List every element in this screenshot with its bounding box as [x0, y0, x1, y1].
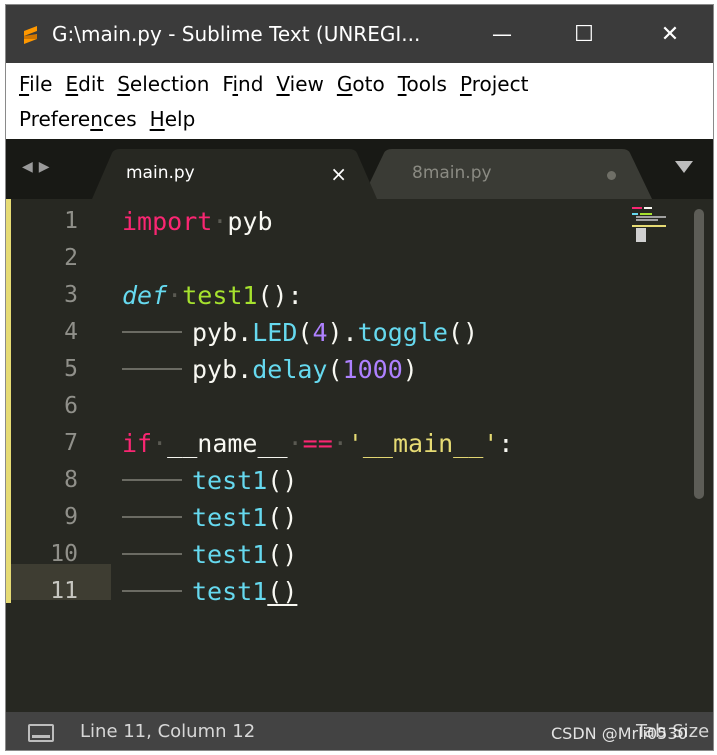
panel-toggle-icon[interactable]: [28, 724, 54, 742]
minimap[interactable]: [630, 205, 676, 245]
close-button[interactable]: ✕: [639, 5, 701, 63]
indent-guide: [122, 368, 182, 370]
tab-navigation-arrows-icon[interactable]: ◀ ▶: [22, 159, 50, 175]
window-title: G:\main.py - Sublime Text (UNREGI...: [52, 22, 421, 46]
menu-project[interactable]: Project: [454, 69, 534, 99]
menu-goto[interactable]: Goto: [331, 69, 391, 99]
tab-next-icon[interactable]: ▶: [39, 159, 50, 175]
line-number: 2: [64, 245, 78, 271]
minimize-button[interactable]: —: [471, 5, 533, 63]
menu-row-2: Preferences Help: [6, 101, 202, 137]
code-line: test1(): [122, 499, 513, 536]
tab-close-icon[interactable]: ×: [330, 162, 347, 186]
code-line: import·pyb: [122, 207, 273, 236]
menu-preferences[interactable]: Preferences: [6, 104, 143, 134]
code-line: pyb.delay(1000): [122, 351, 513, 388]
maximize-icon: ☐: [574, 21, 594, 47]
tab-prev-icon[interactable]: ◀: [22, 159, 33, 175]
menu-edit[interactable]: Edit: [59, 69, 110, 99]
line-number-current: 11: [50, 578, 78, 604]
code-line: def·test1():: [122, 281, 303, 310]
line-number: 7: [64, 430, 78, 456]
indent-guide: [122, 516, 182, 518]
sublime-window: G:\main.py - Sublime Text (UNREGI... — ☐…: [5, 4, 714, 751]
line-number: 9: [64, 504, 78, 530]
code-line: test1(): [122, 462, 513, 499]
menu-view[interactable]: View: [270, 69, 329, 99]
tab-label: 8main.py: [412, 163, 492, 183]
line-number: 5: [64, 356, 78, 382]
menu-row-1: File Edit Selection Find View Goto Tools…: [6, 66, 535, 102]
indent-guide: [122, 553, 182, 555]
line-number: 10: [50, 541, 78, 567]
menu-find[interactable]: Find: [216, 69, 269, 99]
code-line: test1(): [122, 536, 513, 573]
tab-list-dropdown-icon[interactable]: [675, 161, 693, 173]
line-number: 4: [64, 319, 78, 345]
code-line: pyb.LED(4).toggle(): [122, 314, 513, 351]
tab-bar: ◀ ▶ 8main.py main.py ×: [6, 139, 713, 199]
menu-tools[interactable]: Tools: [392, 69, 453, 99]
line-number: 1: [64, 208, 78, 234]
title-bar[interactable]: G:\main.py - Sublime Text (UNREGI... — ☐…: [6, 5, 713, 63]
tab-label: main.py: [126, 163, 195, 183]
line-number: 6: [64, 393, 78, 419]
indent-guide: [122, 331, 182, 333]
indent-guide: [122, 479, 182, 481]
sublime-text-icon: [24, 26, 37, 44]
code-editor[interactable]: 1 2 3 4 5 6 7 8 9 10 11 import·pyb def·t…: [6, 199, 713, 712]
menu-help[interactable]: Help: [144, 104, 202, 134]
unsaved-dot-icon[interactable]: [607, 171, 616, 180]
menu-selection[interactable]: Selection: [111, 69, 215, 99]
code-text[interactable]: import·pyb def·test1(): pyb.LED(4).toggl…: [122, 203, 513, 610]
line-number: 8: [64, 467, 78, 493]
minimize-icon: —: [492, 22, 512, 46]
watermark-text: CSDN @Mrli0530: [551, 724, 688, 743]
close-icon: ✕: [660, 21, 680, 47]
tab-8main-py[interactable]: 8main.py: [362, 149, 652, 199]
status-bar: Line 11, Column 12 Tab Size CSDN @Mrli05…: [6, 712, 713, 750]
code-line-current: test1(): [122, 573, 513, 610]
tab-main-py[interactable]: main.py ×: [92, 149, 377, 199]
menu-bar: File Edit Selection Find View Goto Tools…: [6, 63, 713, 139]
line-number-gutter: 1 2 3 4 5 6 7 8 9 10 11: [11, 203, 86, 610]
vertical-scrollbar[interactable]: [694, 209, 704, 499]
code-line: if·__name__·==·'__main__':: [122, 429, 514, 458]
indent-guide: [122, 590, 182, 592]
maximize-button[interactable]: ☐: [553, 5, 615, 63]
cursor-position: Line 11, Column 12: [80, 721, 256, 742]
line-number: 3: [64, 282, 78, 308]
menu-file[interactable]: File: [6, 69, 58, 99]
